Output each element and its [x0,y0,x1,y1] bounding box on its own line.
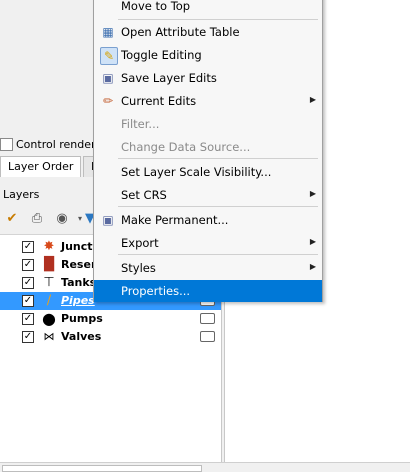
menu-item-styles[interactable]: Styles ▶ [94,257,322,279]
menu-item-current-edits[interactable]: ✏ Current Edits ▶ [94,90,322,112]
editing-indicator-icon [200,313,215,324]
menu-item-label: Styles [121,261,156,275]
menu-item-label: Set Layer Scale Visibility... [121,165,272,179]
tank-icon: ⊤ [43,275,55,290]
menu-separator [118,254,318,255]
editing-indicator-icon [200,331,215,342]
tab-layer-order[interactable]: Layer Order [0,156,82,177]
layer-checkbox[interactable]: ✓ [22,295,34,307]
menu-item-open-attribute-table[interactable]: ▦ Open Attribute Table [94,21,322,43]
layer-name: Valves [61,330,102,343]
save-icon: ▣ [102,213,114,227]
style-manager-icon[interactable]: ✔ [4,211,20,227]
layer-checkbox[interactable]: ✓ [22,241,34,253]
current-edits-icon: ✏ [102,94,114,108]
panel-title: Layers [3,188,40,201]
valve-icon: ⋈ [43,330,55,343]
menu-item-change-data-source: Change Data Source... [94,136,322,158]
menu-item-label: Set CRS [121,188,167,202]
menu-item-label: Move to Top [121,0,191,13]
menu-item-set-layer-scale-visibility[interactable]: Set Layer Scale Visibility... [94,161,322,183]
menu-item-make-permanent[interactable]: ▣ Make Permanent... [94,209,322,231]
menu-item-label: Current Edits [121,94,197,108]
submenu-arrow-icon: ▶ [309,189,316,198]
submenu-arrow-icon: ▶ [309,95,316,104]
save-edits-icon: ▣ [102,71,114,85]
menu-separator [118,19,318,20]
pencil-icon: ✎ [100,47,118,65]
layer-checkbox[interactable]: ✓ [22,313,34,325]
menu-item-export[interactable]: Export ▶ [94,232,322,254]
layer-checkbox[interactable]: ✓ [22,259,34,271]
menu-item-label: Filter... [121,117,160,131]
layer-name: Pipes [61,294,95,307]
submenu-arrow-icon: ▶ [309,237,316,246]
menu-item-save-layer-edits[interactable]: ▣ Save Layer Edits [94,67,322,89]
menu-item-move-to-top[interactable]: Move to Top [94,0,322,17]
submenu-arrow-icon: ▶ [309,262,316,271]
menu-item-toggle-editing[interactable]: ✎ Toggle Editing [94,44,322,66]
menu-item-label: Export [121,236,159,250]
pipe-icon: ∕ [46,293,52,308]
menu-item-label: Change Data Source... [121,140,251,154]
menu-item-filter: Filter... [94,113,322,135]
table-icon: ▦ [102,25,114,39]
layer-name: Junct [61,240,93,253]
menu-separator [118,206,318,207]
menu-item-label: Make Permanent... [121,213,229,227]
menu-item-label: Save Layer Edits [121,71,217,85]
visibility-icon[interactable]: ◉ [54,211,70,227]
layer-checkbox[interactable]: ✓ [22,277,34,289]
menu-separator [118,158,318,159]
layer-name: Pumps [61,312,103,325]
layer-name: Tanks [61,276,97,289]
layer-checkbox[interactable]: ✓ [22,331,34,343]
layer-context-menu: Move to Top ▦ Open Attribute Table ✎ Tog… [93,0,323,302]
menu-item-label: Properties... [121,284,191,298]
layer-row-valves[interactable]: ✓ ⋈ Valves [0,328,221,346]
control-rendering-checkbox[interactable] [0,138,13,151]
layer-row-pumps[interactable]: ✓ ● Pumps [0,310,221,328]
pump-icon: ● [42,309,56,328]
add-group-icon[interactable]: ⎙ [29,211,45,227]
menu-item-label: Open Attribute Table [121,25,240,39]
reservoir-icon: █ [44,257,54,272]
menu-item-properties[interactable]: Properties... [94,280,322,302]
junction-icon: ✸ [43,239,55,254]
menu-item-label: Toggle Editing [121,48,202,62]
layer-name: Reser [61,258,97,271]
menu-item-set-crs[interactable]: Set CRS ▶ [94,184,322,206]
